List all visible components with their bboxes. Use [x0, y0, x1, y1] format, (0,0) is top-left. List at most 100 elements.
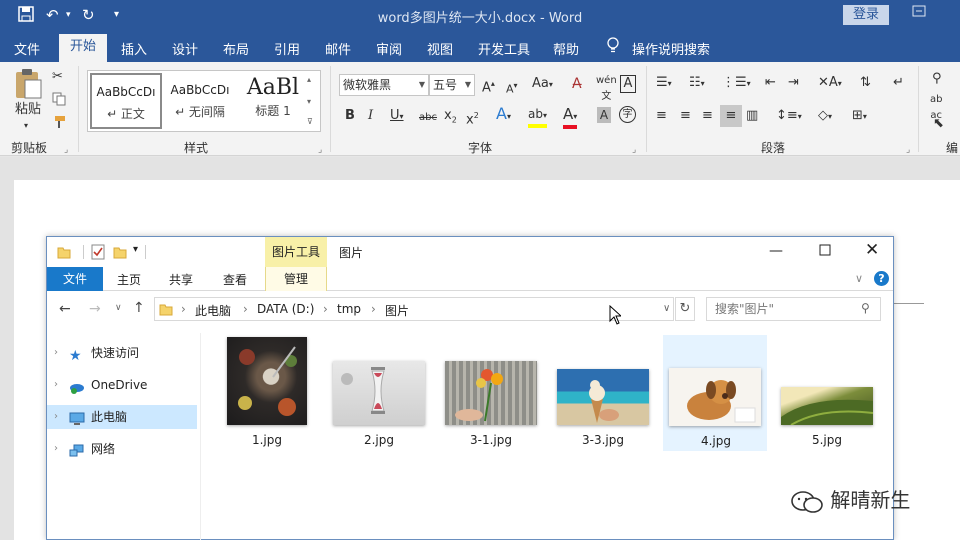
- style-heading1[interactable]: AaBl 标题 1: [238, 73, 308, 129]
- close-icon[interactable]: ✕: [865, 240, 879, 260]
- tab-layout[interactable]: 布局: [223, 39, 249, 58]
- explorer-tab-home[interactable]: 主页: [117, 271, 141, 288]
- font-name-select[interactable]: 微软雅黑 ▼: [339, 74, 429, 96]
- paragraph-launcher-icon[interactable]: ⌟: [906, 142, 910, 158]
- cut-icon[interactable]: ✂: [52, 69, 63, 85]
- italic-icon[interactable]: I: [368, 108, 373, 124]
- clear-formatting-icon[interactable]: A̶: [572, 76, 582, 92]
- underline-icon[interactable]: U▾: [390, 108, 404, 125]
- file-item[interactable]: 3-3.jpg: [551, 335, 655, 451]
- character-shading-icon[interactable]: A: [597, 107, 611, 123]
- tab-design[interactable]: 设计: [172, 39, 198, 58]
- address-dropdown-icon[interactable]: ∨: [663, 303, 670, 314]
- tab-review[interactable]: 审阅: [376, 39, 402, 58]
- style-no-spacing[interactable]: AaBbCcDı ↵ 无间隔: [164, 73, 236, 129]
- grow-font-icon[interactable]: A▴: [482, 76, 495, 96]
- numbering-icon[interactable]: ☷▾: [689, 75, 705, 92]
- tab-developer[interactable]: 开发工具: [478, 39, 530, 58]
- sort-icon[interactable]: ⇅: [860, 75, 871, 91]
- tab-insert[interactable]: 插入: [121, 39, 147, 58]
- refresh-icon[interactable]: ↻: [675, 297, 695, 321]
- enclose-characters-icon[interactable]: 字: [619, 106, 636, 123]
- multilevel-list-icon[interactable]: ⋮☰▾: [722, 75, 751, 92]
- paste-icon[interactable]: [12, 68, 44, 102]
- text-effects-icon[interactable]: A▾: [496, 106, 511, 125]
- change-case-icon[interactable]: Aa▾: [532, 76, 553, 93]
- style-normal[interactable]: AaBbCcDı ↵ 正文: [90, 73, 162, 129]
- file-item-selected[interactable]: 4.jpg: [663, 335, 767, 451]
- chevron-right-icon[interactable]: ›: [54, 373, 58, 397]
- tab-home[interactable]: 开始: [59, 34, 107, 62]
- ribbon-display-icon[interactable]: [912, 4, 926, 23]
- tab-references[interactable]: 引用: [274, 39, 300, 58]
- file-item[interactable]: 1.jpg: [215, 335, 319, 451]
- nav-this-pc[interactable]: › 此电脑: [47, 405, 197, 429]
- superscript-icon[interactable]: x2: [466, 108, 479, 128]
- justify-icon[interactable]: ≡: [720, 105, 742, 127]
- nav-network[interactable]: › 网络: [47, 437, 197, 461]
- align-right-icon[interactable]: ≡: [702, 108, 713, 124]
- font-size-select[interactable]: 五号 ▼: [429, 74, 475, 96]
- explorer-tab-share[interactable]: 共享: [169, 271, 193, 288]
- customize-qat-icon[interactable]: ▾: [133, 244, 138, 255]
- tab-help[interactable]: 帮助: [553, 39, 579, 58]
- back-icon[interactable]: ←: [59, 301, 71, 317]
- find-icon[interactable]: ⚲: [932, 71, 942, 87]
- paste-button[interactable]: 粘贴: [13, 102, 43, 118]
- properties-icon[interactable]: [91, 244, 105, 263]
- select-icon[interactable]: ⬉: [933, 116, 944, 132]
- new-folder-icon[interactable]: [113, 245, 127, 262]
- nav-onedrive[interactable]: › OneDrive: [47, 373, 197, 397]
- recent-locations-icon[interactable]: ∨: [115, 303, 122, 313]
- clipboard-launcher-icon[interactable]: ⌟: [64, 142, 68, 158]
- maximize-icon[interactable]: [819, 244, 831, 259]
- subscript-icon[interactable]: x2: [444, 108, 457, 129]
- help-icon[interactable]: ?: [874, 271, 889, 286]
- tell-me-search[interactable]: 操作说明搜索: [632, 39, 710, 58]
- file-item[interactable]: 2.jpg: [327, 335, 431, 451]
- decrease-indent-icon[interactable]: ⇤: [765, 75, 776, 91]
- show-marks-icon[interactable]: ↵: [893, 75, 904, 91]
- file-item[interactable]: 3-1.jpg: [439, 335, 543, 451]
- explorer-tab-view[interactable]: 查看: [223, 271, 247, 288]
- address-bar[interactable]: › 此电脑 › DATA (D:) › tmp › 图片 ∨: [154, 297, 674, 321]
- shrink-font-icon[interactable]: A▾: [506, 78, 518, 98]
- tab-file[interactable]: 文件: [14, 39, 40, 58]
- up-icon[interactable]: ↑: [133, 300, 145, 316]
- font-launcher-icon[interactable]: ⌟: [632, 142, 636, 158]
- align-center-icon[interactable]: ≡: [680, 108, 691, 124]
- chevron-right-icon[interactable]: ›: [54, 405, 58, 429]
- distributed-icon[interactable]: ▥: [746, 108, 758, 124]
- expand-ribbon-icon[interactable]: ∨: [855, 272, 863, 285]
- bullets-icon[interactable]: ☰▾: [656, 75, 672, 92]
- shading-icon[interactable]: ◇▾: [818, 108, 832, 125]
- minimize-icon[interactable]: —: [769, 243, 783, 259]
- font-color-icon[interactable]: A▾: [563, 106, 578, 129]
- chevron-right-icon[interactable]: ›: [54, 437, 58, 461]
- styles-scroll-down-icon[interactable]: ▾: [307, 94, 311, 110]
- login-button[interactable]: 登录: [843, 5, 889, 25]
- forward-icon[interactable]: →: [89, 301, 101, 317]
- bold-icon[interactable]: B: [345, 108, 355, 124]
- phonetic-guide-icon[interactable]: wén 文: [596, 73, 617, 105]
- tab-view[interactable]: 视图: [427, 39, 453, 58]
- styles-scroll-up-icon[interactable]: ▴: [307, 72, 311, 88]
- paste-dropdown-icon[interactable]: ▾: [24, 118, 28, 134]
- breadcrumb-tmp[interactable]: tmp: [337, 302, 361, 316]
- breadcrumb-drive[interactable]: DATA (D:): [257, 302, 314, 316]
- highlight-icon[interactable]: ab▾: [528, 106, 547, 128]
- styles-launcher-icon[interactable]: ⌟: [318, 142, 322, 158]
- chevron-right-icon[interactable]: ›: [54, 341, 58, 365]
- chinese-layout-icon[interactable]: ✕A▾: [818, 75, 842, 92]
- strikethrough-icon[interactable]: abc: [419, 110, 437, 126]
- nav-quick-access[interactable]: › ★ 快速访问: [47, 341, 197, 365]
- copy-icon[interactable]: [52, 92, 66, 111]
- explorer-tab-file[interactable]: 文件: [47, 267, 103, 291]
- breadcrumb-pictures[interactable]: 图片: [385, 302, 409, 319]
- styles-more-icon[interactable]: ⊽: [307, 114, 313, 130]
- search-input[interactable]: 搜索"图片": [706, 297, 881, 321]
- breadcrumb-this-pc[interactable]: 此电脑: [195, 302, 231, 319]
- line-spacing-icon[interactable]: ↕≡▾: [776, 108, 802, 125]
- borders-icon[interactable]: ⊞▾: [852, 108, 867, 125]
- explorer-tab-manage[interactable]: 管理: [265, 267, 327, 291]
